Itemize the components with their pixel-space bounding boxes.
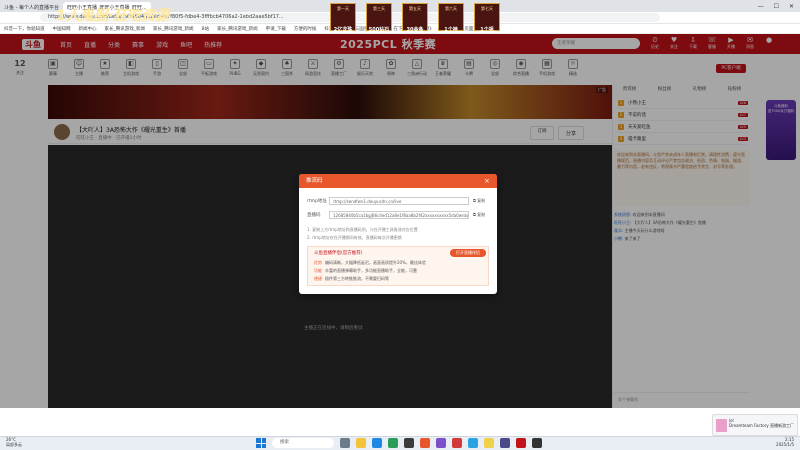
app-icon[interactable] <box>484 438 494 448</box>
app-icon[interactable] <box>404 438 414 448</box>
app-icon[interactable] <box>516 438 526 448</box>
app-icon[interactable] <box>532 438 542 448</box>
app-icon[interactable] <box>388 438 398 448</box>
copy-label: 复制 <box>477 198 486 203</box>
maximize-icon[interactable]: ☐ <box>774 3 779 10</box>
task-view-icon[interactable] <box>340 438 350 448</box>
favorite-item[interactable]: B站 <box>202 26 210 32</box>
app-icon[interactable] <box>500 438 510 448</box>
ad-cell: 第七天 1个祖 <box>474 3 500 33</box>
ad-cell-value: 1个神 <box>444 27 458 33</box>
ad-cell-day: 第一天 <box>337 6 349 11</box>
minimize-icon[interactable]: — <box>758 3 764 10</box>
file-explorer-icon[interactable] <box>356 438 366 448</box>
ad-cell-value: 2亿龙珠 <box>333 27 353 33</box>
weather-widget[interactable]: 26°C 局部多云 <box>6 437 22 447</box>
stream-key-field[interactable]: 12685840b5ca1bgjB6c4ed12a8e1f8aa8b2f42xx… <box>329 211 469 219</box>
guide-tag: 优势 <box>314 260 322 265</box>
system-clock[interactable]: 2:15 2025/1/5 <box>758 437 794 447</box>
ad-cell-value: 30金条 <box>406 27 424 33</box>
guide-title: 斗鱼直播伴侣(官方推荐) <box>314 251 363 256</box>
clock-date: 2025/1/5 <box>776 442 794 447</box>
favorite-item[interactable]: 家长_腾讯游戏_新闻 <box>105 26 146 32</box>
taskbar-apps <box>340 438 542 448</box>
rtmp-label: rtmp地址 <box>307 199 327 204</box>
guide-line: 便捷 插件第三方转推推流，不需要扫码等 <box>314 276 389 282</box>
ad-cell: 第五天 30金条 <box>402 3 428 33</box>
copy-label: 复制 <box>477 212 486 217</box>
tip-line: 1. 复制上方rtmp地址和直播码到，与在开播工具推流对应位置 <box>307 227 418 232</box>
window-controls: — ☐ ✕ <box>758 3 800 10</box>
ad-cell-value: 500钻石 <box>368 27 390 33</box>
windows-start-icon[interactable] <box>256 438 266 448</box>
guide-line: 功能 丰富的直播弹幕助手，多功能直播助手，全能，可靠 <box>314 268 417 274</box>
ad-cell: 第六天 1个神 <box>438 3 464 33</box>
guide-tag: 便捷 <box>314 276 322 281</box>
favorite-item[interactable]: 家长_腾讯游戏_新闻 <box>153 26 194 32</box>
favorite-item[interactable]: 方便的时候 <box>294 26 317 32</box>
favorite-item[interactable]: 申请_下载 <box>266 26 286 32</box>
ad-cell-day: 第三天 <box>373 6 385 11</box>
copy-key-button[interactable]: ⧉ 复制 <box>473 212 485 218</box>
favorite-item[interactable]: 抖音一下，你就知道 <box>4 26 45 32</box>
tab-label: 斗鱼 - 每个人的直播平台 <box>4 4 59 11</box>
ad-cell-day: 第六天 <box>445 6 457 11</box>
copy-rtmp-button[interactable]: ⧉ 复制 <box>473 198 485 204</box>
favorite-item[interactable]: 新闻中心 <box>79 26 97 32</box>
ad-cell-day: 第五天 <box>409 6 421 11</box>
favorites-bar: 抖音一下，你就知道 中国知网 新闻中心 家长_腾讯游戏_新闻 家长_腾讯游戏_新… <box>0 24 800 34</box>
ad-headline: 1人鬼服·狂吃资源 <box>56 8 170 24</box>
guide-text: 插件第三方转推推流，不需要扫码等 <box>325 276 389 281</box>
tip-line: 2. rtmp地址仅在开播期间有效，直播码每次开播更换 <box>307 235 402 240</box>
dialog-title: 推流码 <box>299 174 497 188</box>
app-icon[interactable] <box>468 438 478 448</box>
notification-thumbnail <box>716 419 727 432</box>
stream-key-label: 直播码 <box>307 213 321 218</box>
notification-toast[interactable]: lol Dreamteam Factory 直播新游工厂 <box>712 414 798 436</box>
taskbar-search[interactable]: 搜索 <box>272 438 334 448</box>
weather-desc: 局部多云 <box>6 442 22 447</box>
ad-cell-value: 1个祖 <box>480 27 494 33</box>
edge-icon[interactable] <box>372 438 382 448</box>
favorite-item[interactable]: 家长_腾讯游戏_新闻 <box>217 26 258 32</box>
copy-icon: ⧉ <box>473 198 476 203</box>
guide-text: 丰富的直播弹幕助手，多功能直播助手，全能，可靠 <box>325 268 417 273</box>
guide-line: 优势 编码清晰，大幅降低延迟，画面画质提升20%，最佳体验 <box>314 260 426 266</box>
rtmp-field[interactable]: rtmp://sendfwn1.douyucdn.cn/live <box>329 197 469 205</box>
ad-cell-day: 第七天 <box>481 6 493 11</box>
close-icon[interactable]: ✕ <box>789 3 794 10</box>
stream-key-dialog: 推流码 × rtmp地址 rtmp://sendfwn1.douyucdn.cn… <box>299 174 497 294</box>
guide-tag: 功能 <box>314 268 322 273</box>
browser-tab[interactable]: 斗鱼 - 每个人的直播平台 <box>0 2 63 12</box>
notification-text: Dreamteam Factory 直播新游工厂 <box>729 423 794 428</box>
guide-text: 编码清晰，大幅降低延迟，画面画质提升20%，最佳体验 <box>325 260 426 265</box>
ad-cell: 第三天 500钻石 <box>366 3 392 33</box>
open-companion-button[interactable]: 打开直播伴侣 <box>450 249 486 257</box>
copy-icon: ⧉ <box>473 212 476 217</box>
ad-cell: 第一天 2亿龙珠 <box>330 3 356 33</box>
app-icon[interactable] <box>452 438 462 448</box>
app-icon[interactable] <box>420 438 430 448</box>
close-icon[interactable]: × <box>484 177 490 185</box>
favorite-item[interactable]: 中国知网 <box>53 26 71 32</box>
app-icon[interactable] <box>436 438 446 448</box>
companion-guide: 斗鱼直播伴侣(官方推荐) 打开直播伴侣 优势 编码清晰，大幅降低延迟，画面画质提升… <box>307 246 489 286</box>
